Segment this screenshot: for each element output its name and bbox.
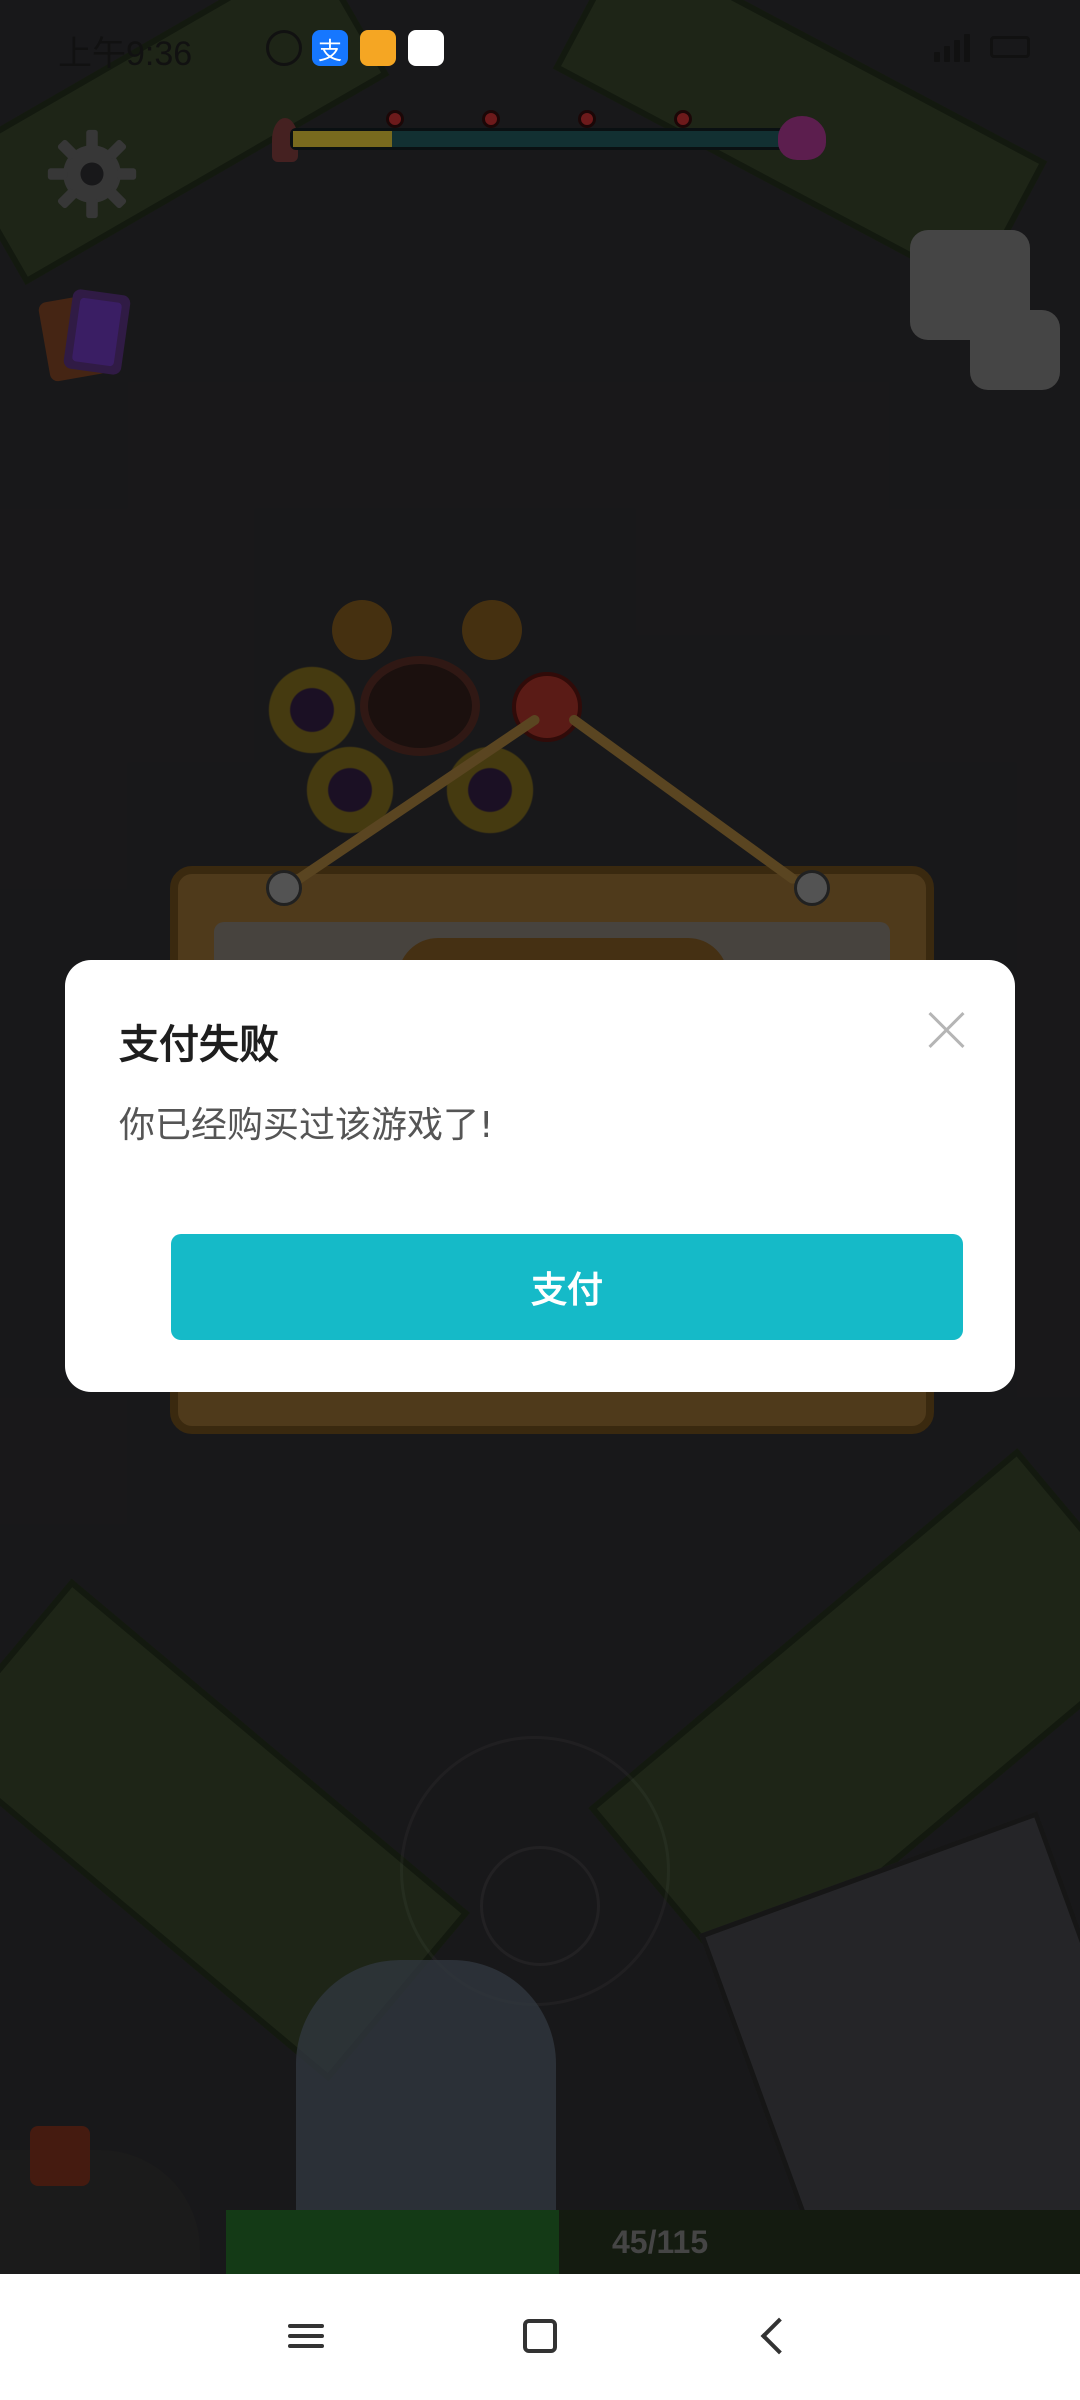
dialog-message: 你已经购买过该游戏了! — [119, 1105, 494, 1146]
pay-button[interactable]: 支付 — [171, 1234, 963, 1340]
status-time: 上午9:36 — [58, 35, 193, 73]
close-icon[interactable] — [927, 1010, 967, 1050]
menu-icon[interactable] — [274, 2304, 338, 2368]
alipay-icon: 支 — [312, 30, 348, 66]
battery-icon — [990, 36, 1030, 58]
home-button[interactable] — [508, 2304, 572, 2368]
back-button[interactable] — [742, 2304, 806, 2368]
notes-icon — [360, 30, 396, 66]
payment-failed-dialog: 支付失败 你已经购买过该游戏了! 支付 — [65, 960, 1015, 1392]
alarm-icon — [266, 30, 302, 66]
signal-icon — [934, 34, 970, 62]
status-bar: 上午9:36 支 — [0, 0, 1080, 96]
navigation-bar — [0, 2274, 1080, 2400]
back-icon — [760, 2317, 798, 2355]
home-icon — [523, 2319, 557, 2353]
qq-icon — [408, 30, 444, 66]
screen: 45/115 上午9:36 支 支付失败 你已经购买过该游戏了! 支付 — [0, 0, 1080, 2400]
dialog-title: 支付失败 — [119, 1022, 279, 1068]
